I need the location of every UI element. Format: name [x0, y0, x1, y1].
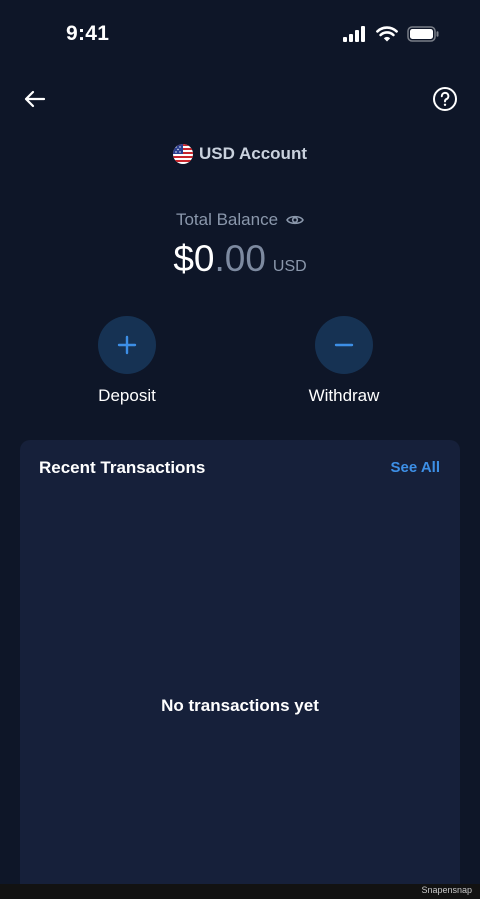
help-button[interactable] [432, 86, 458, 112]
nav-bar [0, 84, 480, 114]
minus-icon [334, 343, 354, 347]
deposit-label: Deposit [98, 386, 156, 405]
status-icons [343, 26, 440, 47]
arrow-left-icon [24, 90, 46, 108]
question-circle-icon [433, 87, 457, 111]
balance-label: Total Balance [175, 210, 279, 229]
balance-amount: $0 .00 USD [0, 238, 480, 280]
status-time: 9:41 [66, 22, 110, 45]
balance-whole: $0 [173, 238, 215, 279]
transactions-title: Recent Transactions [39, 458, 206, 477]
withdraw-action: Withdraw [274, 316, 414, 406]
account-header: USD Account [0, 144, 480, 164]
eye-icon[interactable] [286, 213, 304, 227]
transactions-card: Recent Transactions See All No transacti… [20, 440, 460, 884]
status-bar: 9:41 [0, 0, 480, 70]
plus-icon [117, 335, 137, 355]
wifi-icon [376, 26, 398, 47]
balance-fraction: .00 [214, 238, 266, 279]
see-all-link[interactable]: See All [391, 459, 440, 476]
back-button[interactable] [22, 86, 48, 112]
us-flag-icon [173, 144, 193, 164]
deposit-button[interactable] [98, 316, 156, 374]
withdraw-label: Withdraw [308, 386, 380, 405]
watermark-text: Snapensnap [421, 885, 472, 895]
balance-label-row: Total Balance [0, 210, 480, 230]
balance-currency: USD [272, 258, 307, 275]
deposit-action: Deposit [57, 316, 197, 406]
account-title: USD Account [199, 144, 307, 163]
cellular-signal-icon [343, 26, 367, 47]
empty-state-message: No transactions yet [161, 696, 319, 715]
footer-bar: Snapensnap [0, 884, 480, 899]
withdraw-button[interactable] [315, 316, 373, 374]
battery-icon [407, 26, 440, 47]
